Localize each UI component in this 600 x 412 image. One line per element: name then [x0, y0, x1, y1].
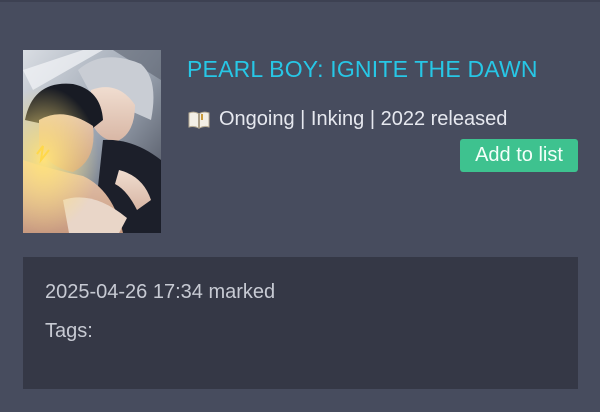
entry-title[interactable]: PEARL BOY: IGNITE THE DAWN — [187, 56, 538, 83]
details-panel: 2025-04-26 17:34 marked Tags: — [23, 257, 578, 389]
add-to-list-button[interactable]: Add to list — [460, 139, 578, 172]
book-icon — [187, 111, 211, 129]
entry-status-text: Ongoing | Inking | 2022 released — [219, 108, 508, 130]
cover-image[interactable] — [23, 50, 161, 233]
top-divider — [0, 0, 600, 2]
marked-timestamp: 2025-04-26 17:34 marked — [45, 281, 276, 303]
tags-label: Tags: — [45, 320, 93, 342]
entry-status-line: Ongoing | Inking | 2022 released — [187, 108, 507, 131]
